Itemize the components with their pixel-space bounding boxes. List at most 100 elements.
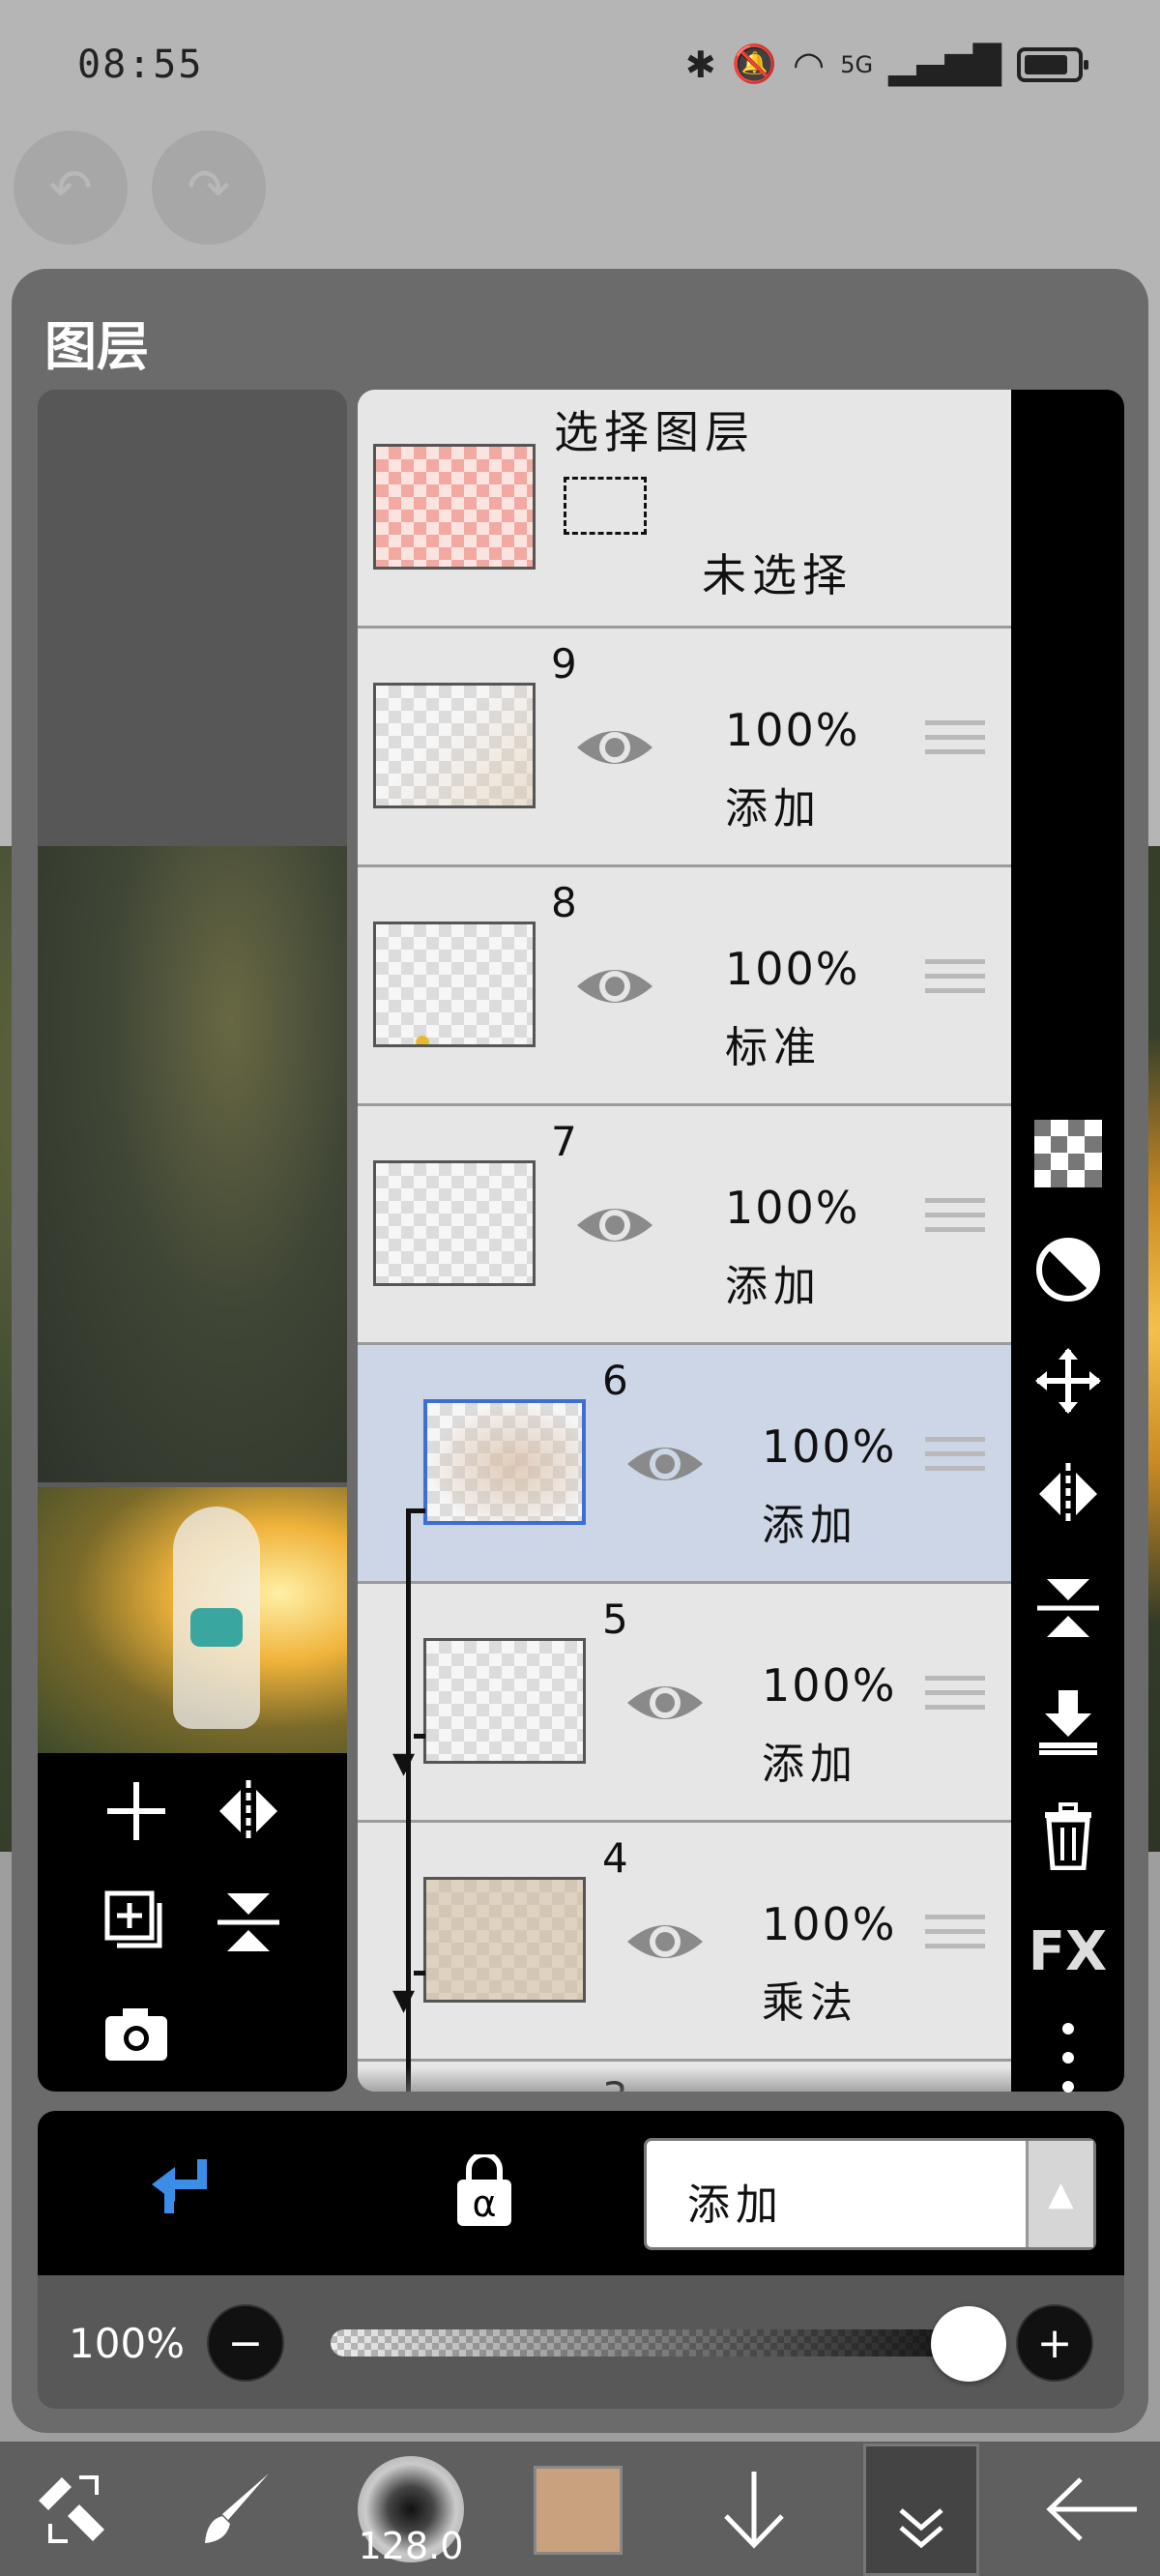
battery-icon xyxy=(1017,46,1088,82)
merge-down-button[interactable] xyxy=(1011,1678,1124,1765)
layer-thumbnail xyxy=(373,683,536,808)
more-button[interactable] xyxy=(1011,2014,1124,2101)
drag-handle-icon[interactable] xyxy=(925,1676,985,1726)
layer-blend-mode: 添加 xyxy=(725,784,822,834)
add-layer-button[interactable] xyxy=(98,1772,175,1850)
visibility-eye-icon[interactable] xyxy=(573,1198,656,1252)
checker-icon xyxy=(1033,1120,1102,1187)
brush-button[interactable] xyxy=(184,2442,290,2576)
fx-label: FX xyxy=(1028,1919,1108,1983)
alpha-lock-button[interactable]: α xyxy=(453,2152,515,2228)
layer-row-5[interactable]: 5 100% 添加 xyxy=(358,1584,1011,1823)
visibility-eye-icon[interactable] xyxy=(573,720,656,775)
clipping-line xyxy=(414,1971,425,1976)
arrow-down-icon xyxy=(724,2471,784,2549)
drag-handle-icon[interactable] xyxy=(925,720,985,771)
fx-button[interactable]: FX xyxy=(1011,1908,1124,1995)
layer-thumbnail xyxy=(373,1160,536,1286)
merge-down-icon xyxy=(1038,1690,1097,1755)
flip-layer-horizontal-button[interactable] xyxy=(210,1772,287,1850)
delete-layer-button[interactable] xyxy=(1011,1792,1124,1879)
layer-panel: 图层 选择图层 未选择 9 100% 添加 8 100% 标准 7 100% 添… xyxy=(12,269,1148,2433)
visibility-eye-icon[interactable] xyxy=(624,1915,707,1969)
visibility-eye-icon[interactable] xyxy=(624,1437,707,1491)
layer-blend-mode: 添加 xyxy=(762,1740,858,1789)
chevron-double-down-icon xyxy=(899,2508,943,2549)
svg-text:α: α xyxy=(472,2182,496,2225)
layer-number: 6 xyxy=(602,1357,628,1404)
layer-thumbnail xyxy=(423,1638,586,1764)
selection-layer-state: 未选择 xyxy=(702,549,853,601)
half-circle-icon xyxy=(1035,1238,1100,1302)
opacity-increase-button[interactable]: + xyxy=(1016,2304,1093,2382)
transparency-lock-button[interactable] xyxy=(1011,1110,1124,1197)
layer-opacity: 100% xyxy=(725,704,860,756)
wifi-icon: ◠ xyxy=(793,43,826,86)
visibility-eye-icon[interactable] xyxy=(624,1676,707,1730)
undo-button[interactable]: ↶ xyxy=(14,131,128,245)
character-figure xyxy=(173,1507,260,1729)
arrow-left-icon xyxy=(1046,2476,1137,2541)
bottom-toolbar: 128.0 xyxy=(0,2442,1160,2576)
brush-size-value: 128.0 xyxy=(358,2525,464,2567)
status-time: 08:55 xyxy=(77,43,204,87)
opacity-slider-thumb[interactable] xyxy=(931,2306,1006,2382)
layer-number: 9 xyxy=(551,640,577,688)
redo-button[interactable]: ↷ xyxy=(152,131,266,245)
clipping-arrow-icon xyxy=(152,2159,207,2213)
duplicate-layer-button[interactable] xyxy=(98,1884,175,1961)
canvas-thumbnail[interactable] xyxy=(38,1487,347,1753)
network-label: 5G xyxy=(840,50,874,78)
move-button[interactable] xyxy=(1011,1337,1124,1424)
clipping-button[interactable] xyxy=(144,2150,221,2231)
layer-opacity: 100% xyxy=(762,1420,897,1473)
flip-vertical-button[interactable] xyxy=(1011,1565,1124,1652)
right-tool-column: FX xyxy=(1011,390,1124,2093)
layers-button[interactable] xyxy=(863,2444,979,2576)
drag-handle-icon[interactable] xyxy=(925,1437,985,1487)
color-swatch[interactable] xyxy=(534,2466,623,2555)
trash-icon xyxy=(1044,1802,1091,1870)
selection-marquee-icon xyxy=(564,477,647,535)
layer-row-7[interactable]: 7 100% 添加 xyxy=(358,1106,1011,1345)
flip-horizontal-icon xyxy=(219,1780,277,1842)
layer-thumbnail xyxy=(423,1877,586,2003)
layer-list[interactable]: 选择图层 未选择 9 100% 添加 8 100% 标准 7 100% 添加 6… xyxy=(358,390,1011,2092)
invert-button[interactable] xyxy=(1011,1226,1124,1313)
opacity-decrease-button[interactable]: − xyxy=(207,2304,284,2382)
drag-handle-icon[interactable] xyxy=(925,1198,985,1248)
layer-row-6[interactable]: 6 100% 添加 xyxy=(358,1345,1011,1584)
drag-handle-icon[interactable] xyxy=(925,1915,985,1965)
tool-switch-button[interactable] xyxy=(19,2442,126,2576)
signal-icon: ▂▄▆█ xyxy=(888,43,1001,86)
plus-icon: + xyxy=(1036,2318,1073,2368)
brush-icon xyxy=(205,2473,269,2543)
layer-row-9[interactable]: 9 100% 添加 xyxy=(358,629,1011,867)
triangle-up-icon: ▲ xyxy=(1026,2141,1093,2247)
flip-horizontal-button[interactable] xyxy=(1011,1450,1124,1537)
canvas-preview-photo xyxy=(38,846,347,1482)
layer-row-8[interactable]: 8 100% 标准 xyxy=(358,867,1011,1106)
layer-number: 8 xyxy=(551,879,577,926)
flip-layer-vertical-button[interactable] xyxy=(210,1884,287,1961)
drag-handle-icon[interactable] xyxy=(925,959,985,1010)
blend-mode-value: 添加 xyxy=(687,2181,784,2230)
more-icon xyxy=(1061,2023,1074,2093)
blend-mode-select[interactable]: 添加 ▲ xyxy=(644,2138,1096,2250)
panel-title: 图层 xyxy=(44,316,149,377)
download-button[interactable] xyxy=(701,2442,807,2576)
layer-row-4[interactable]: 4 100% 乘法 xyxy=(358,1823,1011,2062)
opacity-slider[interactable] xyxy=(331,2329,988,2356)
layer-blend-mode: 标准 xyxy=(725,1023,822,1072)
status-icons: ✱ 🔕 ◠ 5G ▂▄▆█ xyxy=(684,43,1088,86)
visibility-eye-icon[interactable] xyxy=(573,959,656,1013)
camera-import-button[interactable] xyxy=(98,1995,175,2072)
bluetooth-icon: ✱ xyxy=(684,43,716,86)
plus-icon xyxy=(107,1782,165,1840)
blend-mode-bar: α 添加 ▲ xyxy=(38,2111,1124,2275)
layer-opacity: 100% xyxy=(725,943,860,995)
back-button[interactable] xyxy=(1034,2442,1150,2576)
selection-layer-row[interactable]: 选择图层 未选择 xyxy=(358,390,1011,629)
clipping-line xyxy=(414,1734,425,1739)
layer-opacity: 100% xyxy=(725,1182,860,1234)
